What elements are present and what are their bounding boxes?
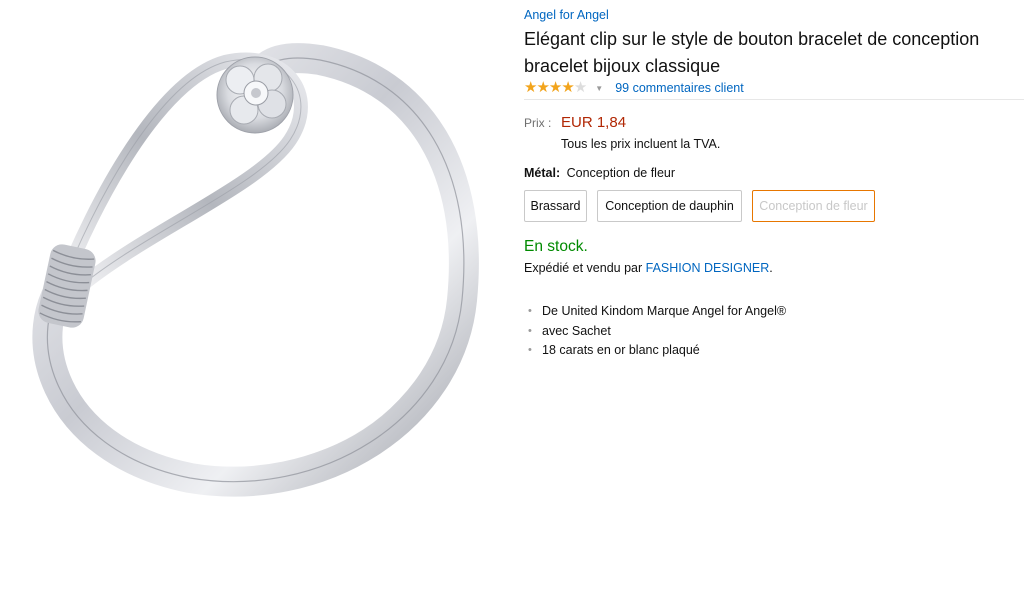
variant-row: Métal: Conception de fleur: [524, 166, 675, 180]
star-full-icon: ★: [536, 79, 549, 96]
availability-status: En stock.: [524, 238, 588, 255]
shipping-suffix: .: [769, 261, 773, 275]
rating-dropdown-icon[interactable]: ▼: [595, 84, 603, 93]
brand-link[interactable]: Angel for Angel: [524, 8, 609, 22]
divider: [524, 99, 1024, 100]
star-full-icon: ★: [548, 79, 562, 96]
list-item: • De United Kindom Marque Angel for Ange…: [524, 302, 786, 322]
product-title: Elégant clip sur le style de bouton brac…: [524, 29, 980, 76]
star-empty-icon: ★: [573, 79, 587, 96]
bullet-icon: •: [528, 344, 532, 356]
variant-selected-value: Conception de fleur: [566, 166, 676, 180]
feature-list: • De United Kindom Marque Angel for Ange…: [524, 302, 786, 361]
price-value: EUR 1,84: [561, 114, 627, 131]
coil-detail: [38, 244, 96, 328]
list-item: • 18 carats en or blanc plaqué: [524, 341, 786, 361]
feature-text: 18 carats en or blanc plaqué: [542, 343, 700, 357]
product-image[interactable]: [0, 0, 510, 505]
shipping-prefix: Expédié et vendu par: [524, 261, 646, 275]
shipping-info: Expédié et vendu par FASHION DESIGNER.: [524, 261, 773, 275]
flower-clasp: [216, 56, 294, 134]
bullet-icon: •: [528, 324, 532, 337]
bullet-icon: •: [528, 305, 532, 317]
bracelet-image: [32, 43, 479, 497]
variant-option-dauphin[interactable]: Conception de dauphin: [597, 190, 742, 222]
variant-option-brassard[interactable]: Brassard: [524, 190, 587, 222]
vat-note: Tous les prix incluent la TVA.: [561, 137, 721, 151]
seller-link[interactable]: FASHION DESIGNER: [646, 261, 770, 275]
star-rating[interactable]: ★ ★ ★ ★ ★: [524, 79, 587, 96]
rating-row: ★ ★ ★ ★ ★ ▼ 99 commentaires client: [524, 80, 744, 96]
star-full-icon: ★: [524, 79, 537, 96]
variant-label: Métal:: [524, 166, 561, 180]
variant-option-fleur-selected[interactable]: Conception de fleur: [752, 190, 875, 222]
feature-text: De United Kindom Marque Angel for Angel®: [542, 304, 787, 318]
reviews-link[interactable]: 99 commentaires client: [615, 81, 744, 95]
feature-text: avec Sachet: [542, 323, 611, 338]
star-full-icon: ★: [561, 79, 574, 96]
list-item: • avec Sachet: [524, 322, 786, 342]
price-label: Prix :: [524, 116, 552, 130]
